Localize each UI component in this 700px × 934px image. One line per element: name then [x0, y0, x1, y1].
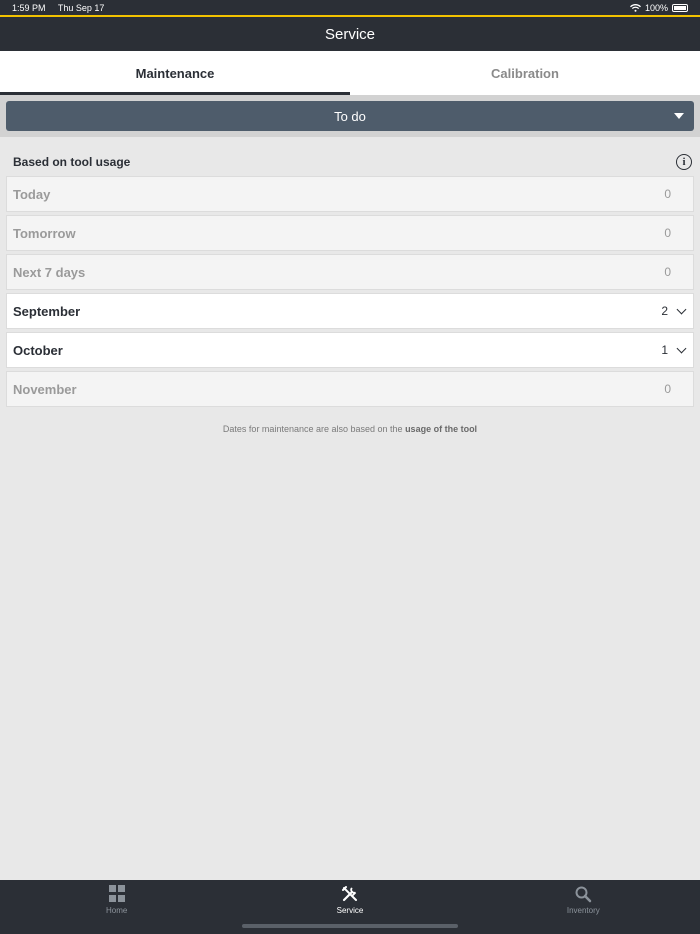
info-icon[interactable]: i: [676, 154, 692, 170]
tab-bar-inventory[interactable]: Inventory: [467, 880, 700, 934]
list-item-count: 2: [661, 304, 668, 318]
schedule-list: Today 0 Tomorrow 0 Next 7 days 0 Septemb…: [6, 176, 694, 410]
section-title: Based on tool usage: [13, 155, 131, 169]
filter-bar: To do: [0, 95, 700, 137]
list-item-label: October: [13, 342, 63, 358]
status-left: 1:59 PM Thu Sep 17: [12, 3, 114, 13]
status-date: Thu Sep 17: [57, 2, 105, 13]
footnote-text: Dates for maintenance are also based on …: [222, 424, 403, 434]
list-item-label: Tomorrow: [13, 225, 76, 241]
section-header: Based on tool usage i: [0, 150, 700, 174]
list-item-label: November: [13, 381, 77, 397]
list-item-next-7-days[interactable]: Next 7 days 0: [6, 254, 694, 290]
wifi-icon: [630, 3, 641, 12]
list-item-label: September: [13, 303, 81, 319]
nav-bar: Service: [0, 17, 700, 51]
list-item-right: 0: [664, 187, 687, 201]
tab-calibration[interactable]: Calibration: [350, 51, 700, 95]
status-bar: 1:59 PM Thu Sep 17 100%: [0, 0, 700, 17]
list-item-right: 2: [661, 304, 687, 318]
chevron-down-icon: [676, 304, 687, 314]
battery-percent: 100%: [644, 2, 668, 13]
chevron-down-icon: [676, 343, 687, 353]
footnote: Dates for maintenance are also based on …: [0, 424, 700, 434]
status-right: 100%: [630, 3, 688, 13]
tab-maintenance[interactable]: Maintenance: [0, 51, 350, 95]
status-time: 1:59 PM: [12, 2, 46, 13]
grid-icon: [108, 885, 125, 903]
caret-down-icon: [674, 113, 684, 119]
tab-bar-label: Home: [105, 906, 128, 915]
list-item-count: 0: [664, 265, 671, 279]
page-title: Service: [324, 25, 376, 43]
footnote-bold: usage of the tool: [405, 424, 478, 434]
tools-icon: [341, 886, 357, 902]
list-item-label: Today: [13, 186, 51, 202]
segment-tabs: Maintenance Calibration: [0, 51, 700, 95]
battery-icon: [672, 3, 688, 12]
search-icon: [575, 886, 592, 903]
list-item-november[interactable]: November 0: [6, 371, 694, 407]
list-item-today[interactable]: Today 0: [6, 176, 694, 212]
tab-bar-label: Inventory: [566, 906, 600, 915]
list-item-count: 0: [664, 382, 671, 396]
list-item-count: 0: [664, 187, 671, 201]
home-indicator: [242, 924, 458, 928]
list-item-count: 1: [661, 343, 668, 357]
status-filter-dropdown[interactable]: To do: [6, 101, 694, 131]
list-item-right: 0: [664, 265, 687, 279]
list-item-count: 0: [664, 226, 671, 240]
list-item-right: 0: [664, 382, 687, 396]
list-item-right: 0: [664, 226, 687, 240]
tab-bar-label: Service: [336, 906, 364, 915]
tab-bar-home[interactable]: Home: [0, 880, 233, 934]
filter-selected-value: To do: [334, 108, 366, 124]
list-item-september[interactable]: September 2: [6, 293, 694, 329]
list-item-right: 1: [661, 343, 687, 357]
list-item-october[interactable]: October 1: [6, 332, 694, 368]
list-item-tomorrow[interactable]: Tomorrow 0: [6, 215, 694, 251]
list-item-label: Next 7 days: [13, 264, 86, 280]
